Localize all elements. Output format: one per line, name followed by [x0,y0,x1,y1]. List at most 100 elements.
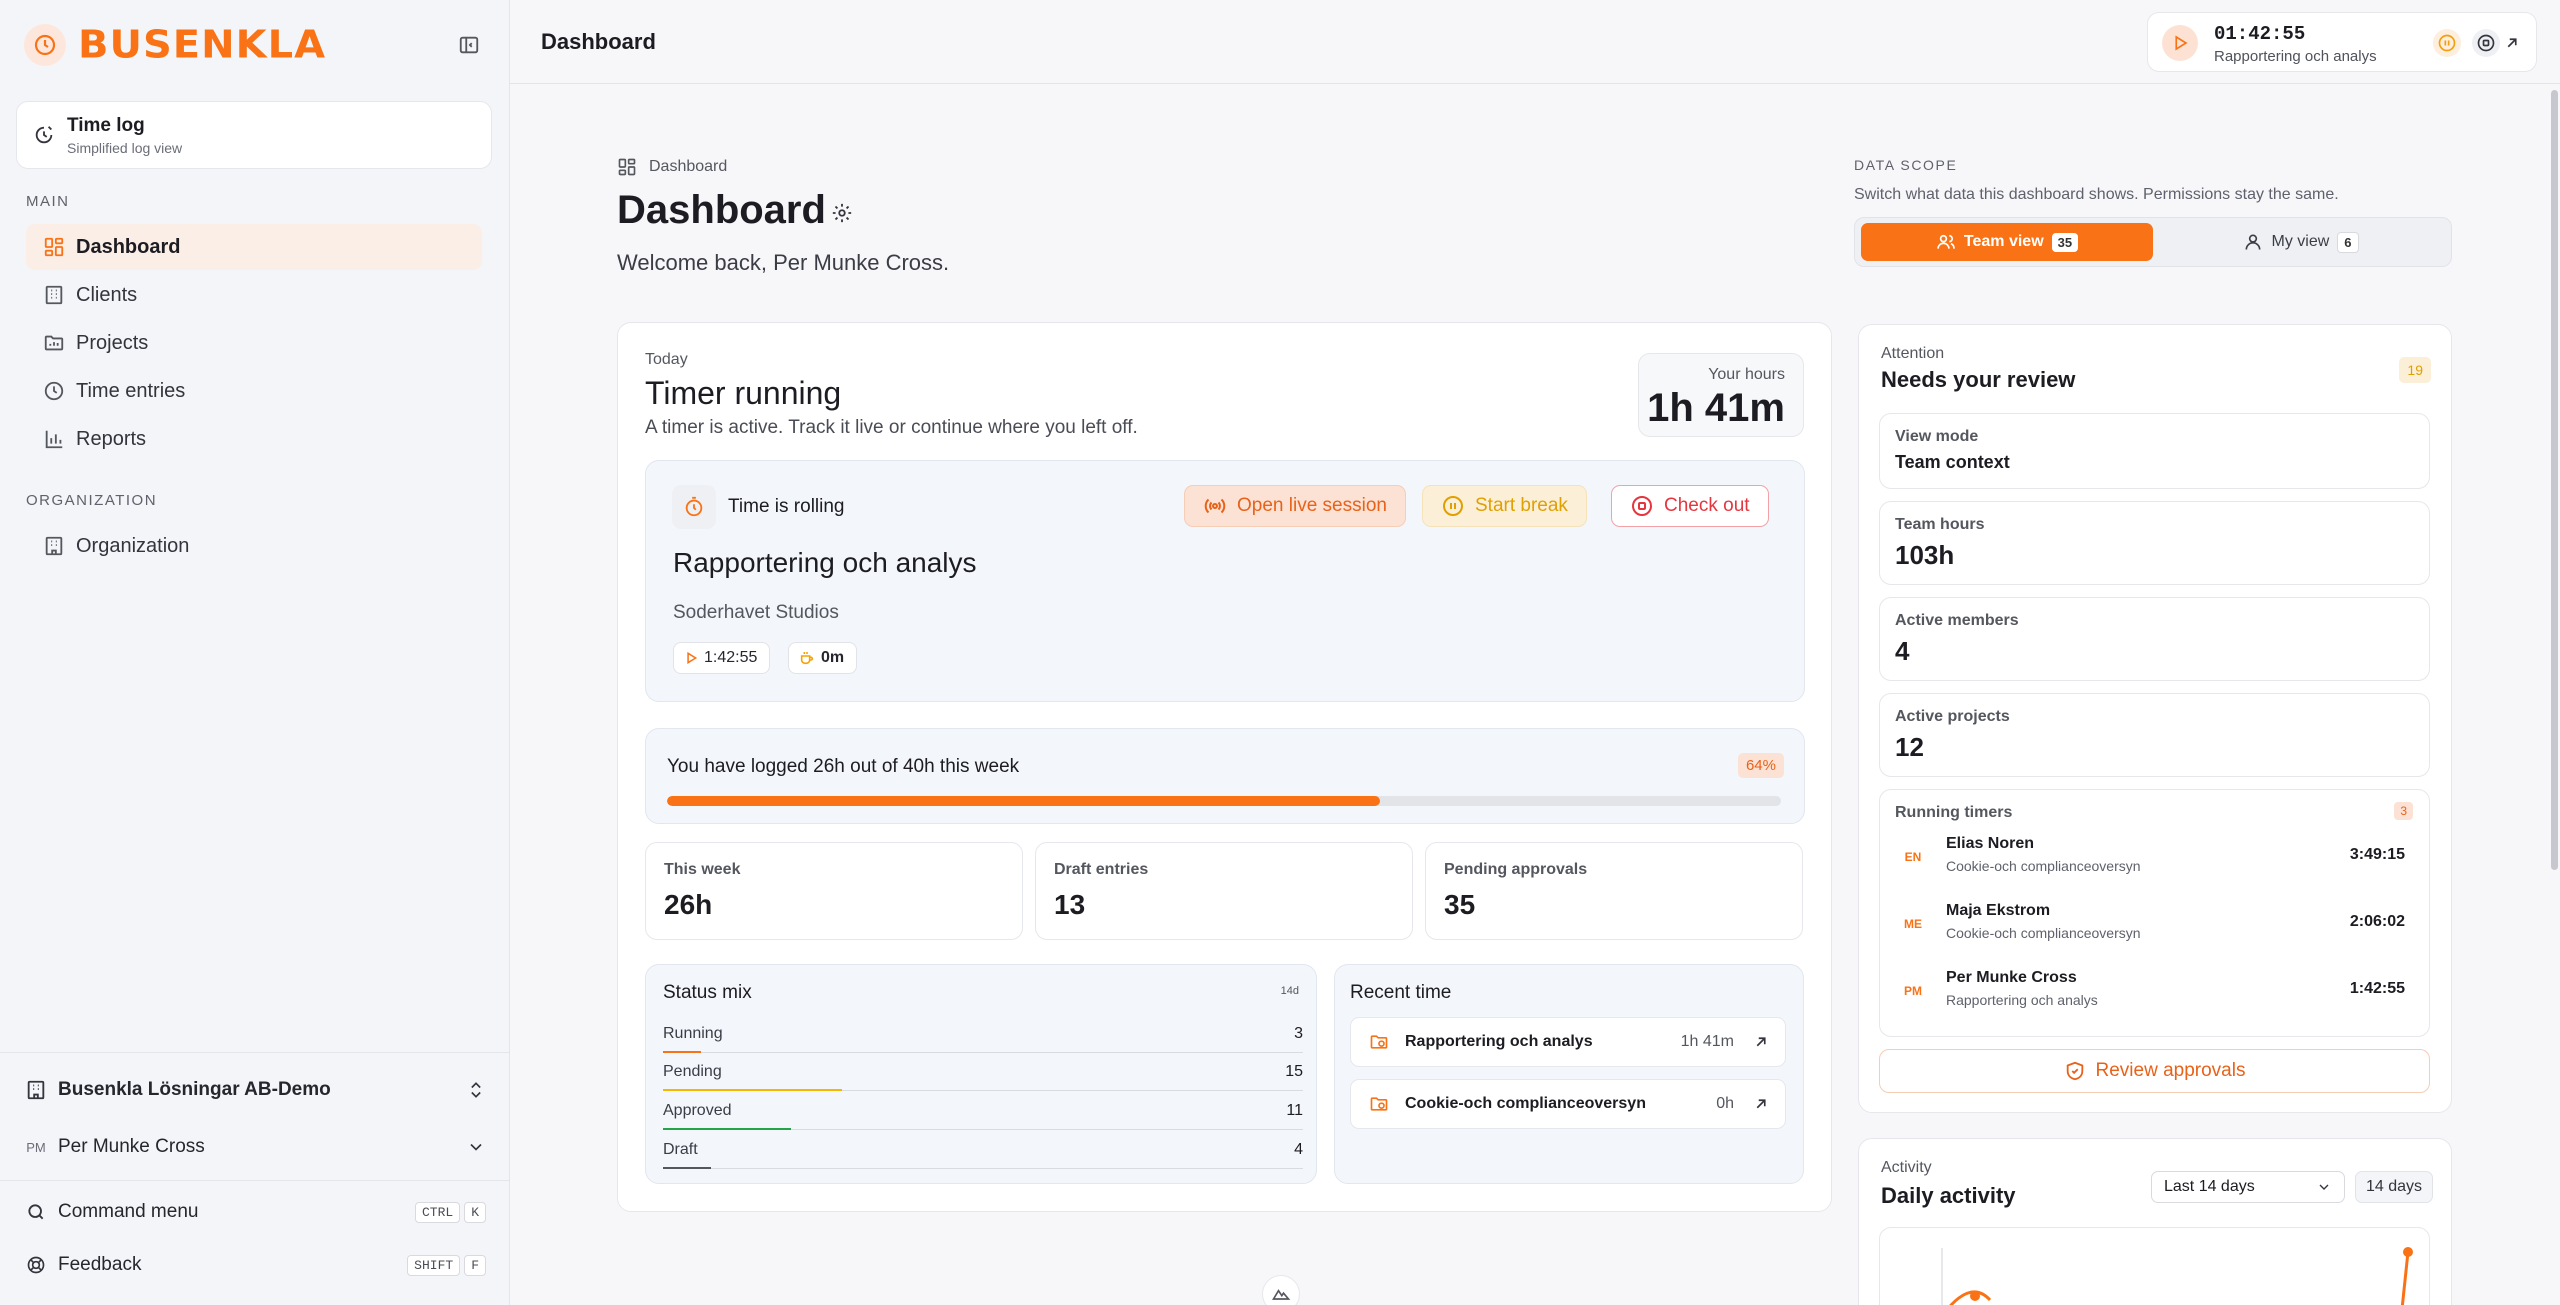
breadcrumb-label[interactable]: Dashboard [649,158,727,176]
coffee-icon [799,650,815,666]
stat-label: This week [664,861,741,878]
stat-pending-approvals: Pending approvals 35 [1425,842,1803,940]
recent-time-item[interactable]: Cookie-och complianceoversyn 0h [1350,1079,1786,1129]
stop-icon[interactable] [2472,29,2500,57]
activity-chart [1879,1227,2430,1305]
stat-value: 26h [664,889,713,920]
kbd-shift: SHIFT [407,1254,461,1276]
elapsed-chip: 1:42:55 [673,642,771,674]
active-timer-widget[interactable]: 01:42:55 Rapportering och analys [2147,12,2537,72]
feedback-label: Feedback [58,1254,142,1275]
sidebar-item-label: Time entries [76,379,186,402]
sidebar-divider [0,1180,510,1181]
check-out-label: Check out [1664,495,1750,516]
brand[interactable]: BUSENKLA [24,22,326,68]
check-out-button[interactable]: Check out [1611,485,1769,527]
sidebar-item-projects[interactable]: Projects [26,320,482,366]
running-timer-row[interactable]: EN Elias Noren Cookie-och complianceover… [1896,824,2415,890]
kbd-k: K [464,1201,486,1223]
activity-range-select[interactable]: Last 14 days [2151,1171,2345,1203]
chevron-down-icon [466,1137,486,1157]
arrow-up-right-icon[interactable] [1752,1033,1770,1051]
running-project-name: Rapportering och analys [673,547,977,578]
running-timer-row[interactable]: PM Per Munke Cross Rapportering och anal… [1896,958,2415,1024]
sidebar-item-label: Projects [76,331,149,354]
rocket-icon [33,124,55,146]
activity-range-badge: 14 days [2355,1171,2434,1203]
status-mix-period: 14d [1280,985,1299,997]
open-live-session-button[interactable]: Open live session [1184,485,1406,527]
shield-check-icon [2064,1060,2086,1082]
building-icon [24,1078,48,1102]
stat-label: Draft entries [1054,861,1149,878]
pause-icon[interactable] [2433,29,2461,57]
today-eyebrow: Today [645,351,688,368]
start-break-button[interactable]: Start break [1422,485,1587,527]
my-view-button[interactable]: My view 6 [2155,223,2447,261]
status-label: Running [663,1025,723,1042]
running-client-name: Soderhavet Studios [673,602,839,623]
workspace-name: Busenkla Lösningar AB-Demo [58,1079,331,1100]
active-members-card: Active members 4 [1879,597,2430,681]
feedback-button[interactable]: Feedback SHIFT F [24,1253,486,1277]
metric-value: 103h [1895,540,1955,570]
arrow-up-right-icon[interactable] [1752,1095,1770,1113]
user-name: Per Munke Cross [58,1136,205,1157]
recent-time-item[interactable]: Rapportering och analys 1h 41m [1350,1017,1786,1067]
clock-icon [42,379,66,403]
weekly-progress-card: You have logged 26h out of 40h this week… [645,728,1805,824]
my-view-count: 6 [2337,231,2359,253]
folder-clock-icon [1369,1032,1389,1052]
status-value: 11 [1286,1102,1303,1119]
stat-label: Pending approvals [1444,861,1588,878]
your-hours-value: 1h 41m [1647,386,1785,430]
sidebar-item-reports[interactable]: Reports [26,416,482,462]
recent-time-panel: Recent time Rapportering och analys 1h 4… [1334,964,1804,1184]
play-icon[interactable] [2162,25,2198,61]
scrollbar[interactable] [2551,90,2558,870]
dashboard-icon [42,235,66,259]
timer-user-time: 3:49:15 [2349,846,2405,863]
team-view-button[interactable]: Team view 35 [1861,223,2153,261]
status-bar [663,1167,711,1169]
folder-icon [42,331,66,355]
lifebuoy-icon [24,1253,48,1277]
review-approvals-button[interactable]: Review approvals [1879,1049,2430,1093]
workspace-switcher[interactable]: Busenkla Lösningar AB-Demo [24,1078,486,1102]
sidebar-item-organization[interactable]: Organization [26,523,482,569]
weekly-progress-fill [667,796,1380,806]
view-mode-label: View mode [1895,428,1979,445]
activity-eyebrow: Activity [1881,1159,1932,1176]
topbar-title: Dashboard [541,29,656,54]
building-icon [42,534,66,558]
status-row-approved: Approved 11 [663,1092,1303,1130]
organization-section-label: ORGANIZATION [26,492,158,509]
gear-icon[interactable] [831,202,853,224]
status-label: Pending [663,1063,722,1080]
clock-logo-icon [24,24,66,66]
metric-label: Team hours [1895,516,1985,533]
sidebar-collapse-icon[interactable] [458,34,480,56]
activity-point [1970,1291,1980,1301]
external-link-icon[interactable] [2498,29,2526,57]
user-avatar: PM [26,1139,46,1155]
time-log-card[interactable]: Time log Simplified log view [16,101,492,169]
status-value: 4 [1294,1141,1303,1158]
command-menu-label: Command menu [58,1201,199,1222]
command-menu-button[interactable]: Command menu CTRL K [24,1200,486,1224]
activity-chart-svg [1941,1247,2413,1305]
running-timer-row[interactable]: ME Maja Ekstrom Cookie-och complianceove… [1896,891,2415,957]
sidebar-item-dashboard[interactable]: Dashboard [26,224,482,270]
recent-item-name: Rapportering och analys [1405,1033,1593,1050]
sidebar-item-time-entries[interactable]: Time entries [26,368,482,414]
user-switcher[interactable]: PM Per Munke Cross [24,1135,486,1159]
status-value: 3 [1294,1025,1303,1042]
your-hours-box: Your hours 1h 41m [1638,353,1804,437]
avatar: PM [1896,974,1930,1008]
sidebar-item-clients[interactable]: Clients [26,272,482,318]
dashboard-icon [617,157,637,177]
play-icon [684,651,698,665]
mountain-logo-icon[interactable] [1262,1275,1300,1305]
status-row-pending: Pending 15 [663,1053,1303,1091]
stop-circle-icon [1630,494,1654,518]
